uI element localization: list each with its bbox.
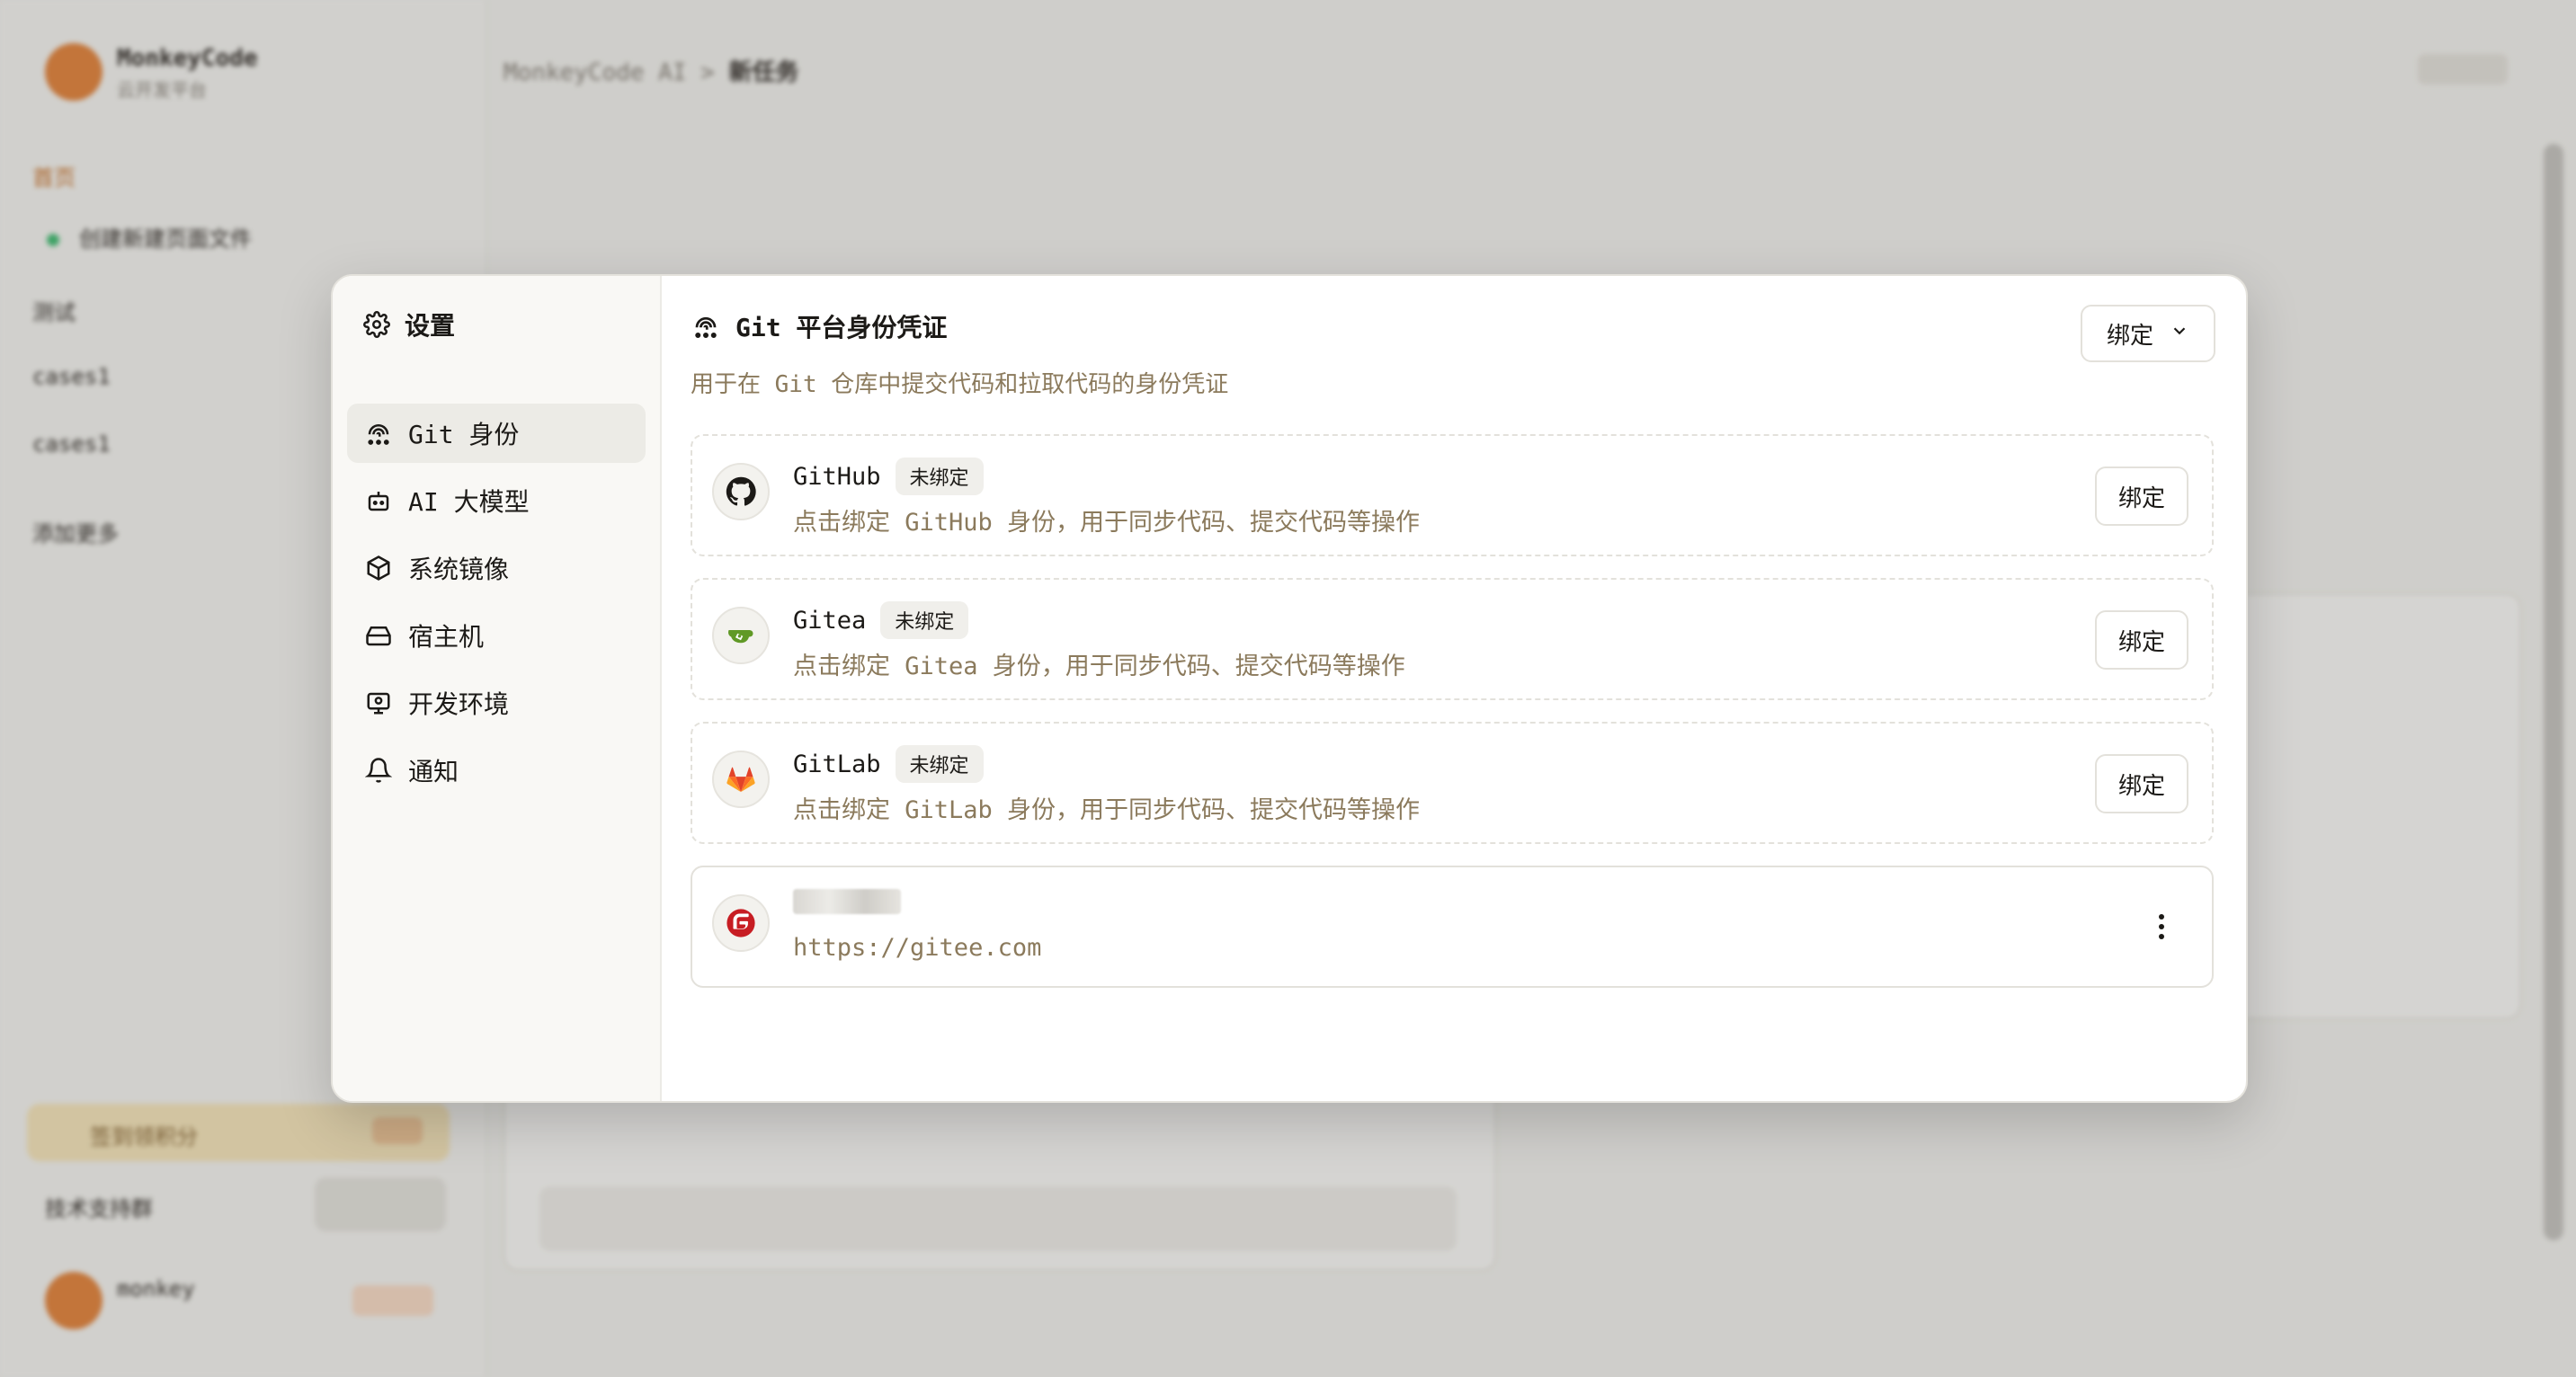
nav-notification[interactable]: 通知: [347, 741, 646, 800]
box-icon: [363, 553, 394, 583]
settings-title-text: 设置: [405, 311, 456, 341]
bound-identity-gitee: https://gitee.com: [691, 866, 2214, 988]
nav-system-image[interactable]: 系统镜像: [347, 538, 646, 598]
bind-gitlab-button[interactable]: 绑定: [2095, 754, 2188, 813]
section-title: Git 平台身份凭证: [735, 313, 948, 342]
settings-title: 设置: [361, 306, 455, 342]
hard-drive-icon: [363, 620, 394, 651]
settings-modal: 设置 Git 身份 AI 大模型 系统镜像 宿主机 开发环境 通知 Git 平台…: [331, 274, 2248, 1103]
gitea-icon: [712, 607, 770, 664]
platform-row-github: GitHub 未绑定 点击绑定 GitHub 身份，用于同步代码、提交代码等操作…: [691, 434, 2214, 556]
bind-github-button[interactable]: 绑定: [2095, 466, 2188, 526]
bell-icon: [363, 755, 394, 786]
platform-name: Gitea 未绑定: [793, 601, 969, 639]
bound-username: [793, 889, 901, 914]
nav-label: 系统镜像: [408, 555, 510, 584]
github-icon: [712, 463, 770, 520]
settings-sidebar: 设置 Git 身份 AI 大模型 系统镜像 宿主机 开发环境 通知: [333, 276, 662, 1101]
gear-icon: [361, 309, 392, 340]
platform-desc: 点击绑定 Gitea 身份，用于同步代码、提交代码等操作: [793, 653, 1405, 680]
nav-git-identity[interactable]: Git 身份: [347, 404, 646, 463]
status-badge: 未绑定: [880, 601, 969, 639]
bind-gitea-button[interactable]: 绑定: [2095, 610, 2188, 670]
nav-label: Git 身份: [408, 420, 520, 449]
nav-dev-env[interactable]: 开发环境: [347, 673, 646, 733]
redacted-username: [793, 889, 901, 914]
platform-row-gitea: Gitea 未绑定 点击绑定 Gitea 身份，用于同步代码、提交代码等操作 绑…: [691, 578, 2214, 700]
platform-desc: 点击绑定 GitHub 身份，用于同步代码、提交代码等操作: [793, 509, 1421, 537]
robot-icon: [363, 485, 394, 516]
section-subtitle: 用于在 Git 仓库中提交代码和拉取代码的身份凭证: [691, 371, 1229, 398]
bind-dropdown-button[interactable]: 绑定: [2081, 305, 2215, 362]
more-options-icon[interactable]: [2151, 909, 2172, 945]
nav-label: 宿主机: [408, 622, 485, 652]
settings-nav: Git 身份 AI 大模型 系统镜像 宿主机 开发环境 通知: [347, 404, 646, 808]
status-badge: 未绑定: [895, 745, 984, 783]
platform-desc: 点击绑定 GitLab 身份，用于同步代码、提交代码等操作: [793, 796, 1421, 824]
platform-name-text: GitHub: [793, 462, 881, 491]
nav-host[interactable]: 宿主机: [347, 606, 646, 665]
monitor-icon: [363, 688, 394, 718]
platform-row-gitlab: GitLab 未绑定 点击绑定 GitLab 身份，用于同步代码、提交代码等操作…: [691, 722, 2214, 844]
fingerprint-icon: [363, 418, 394, 449]
status-badge: 未绑定: [895, 458, 984, 495]
nav-ai-model[interactable]: AI 大模型: [347, 471, 646, 530]
platform-name-text: GitLab: [793, 750, 881, 778]
settings-content: Git 平台身份凭证 用于在 Git 仓库中提交代码和拉取代码的身份凭证 绑定 …: [662, 276, 2246, 1101]
gitee-icon: [712, 894, 770, 952]
platform-name: GitLab 未绑定: [793, 745, 984, 783]
nav-label: AI 大模型: [408, 487, 530, 517]
section-header: Git 平台身份凭证: [691, 308, 947, 344]
gitlab-icon: [712, 751, 770, 808]
bound-url: https://gitee.com: [793, 934, 1042, 962]
nav-label: 开发环境: [408, 689, 510, 719]
fingerprint-icon: [691, 311, 721, 342]
platform-name: GitHub 未绑定: [793, 458, 984, 495]
bind-dropdown-label: 绑定: [2106, 322, 2153, 350]
nav-label: 通知: [408, 757, 459, 786]
platform-name-text: Gitea: [793, 606, 867, 635]
chevron-down-icon: [2170, 320, 2189, 347]
